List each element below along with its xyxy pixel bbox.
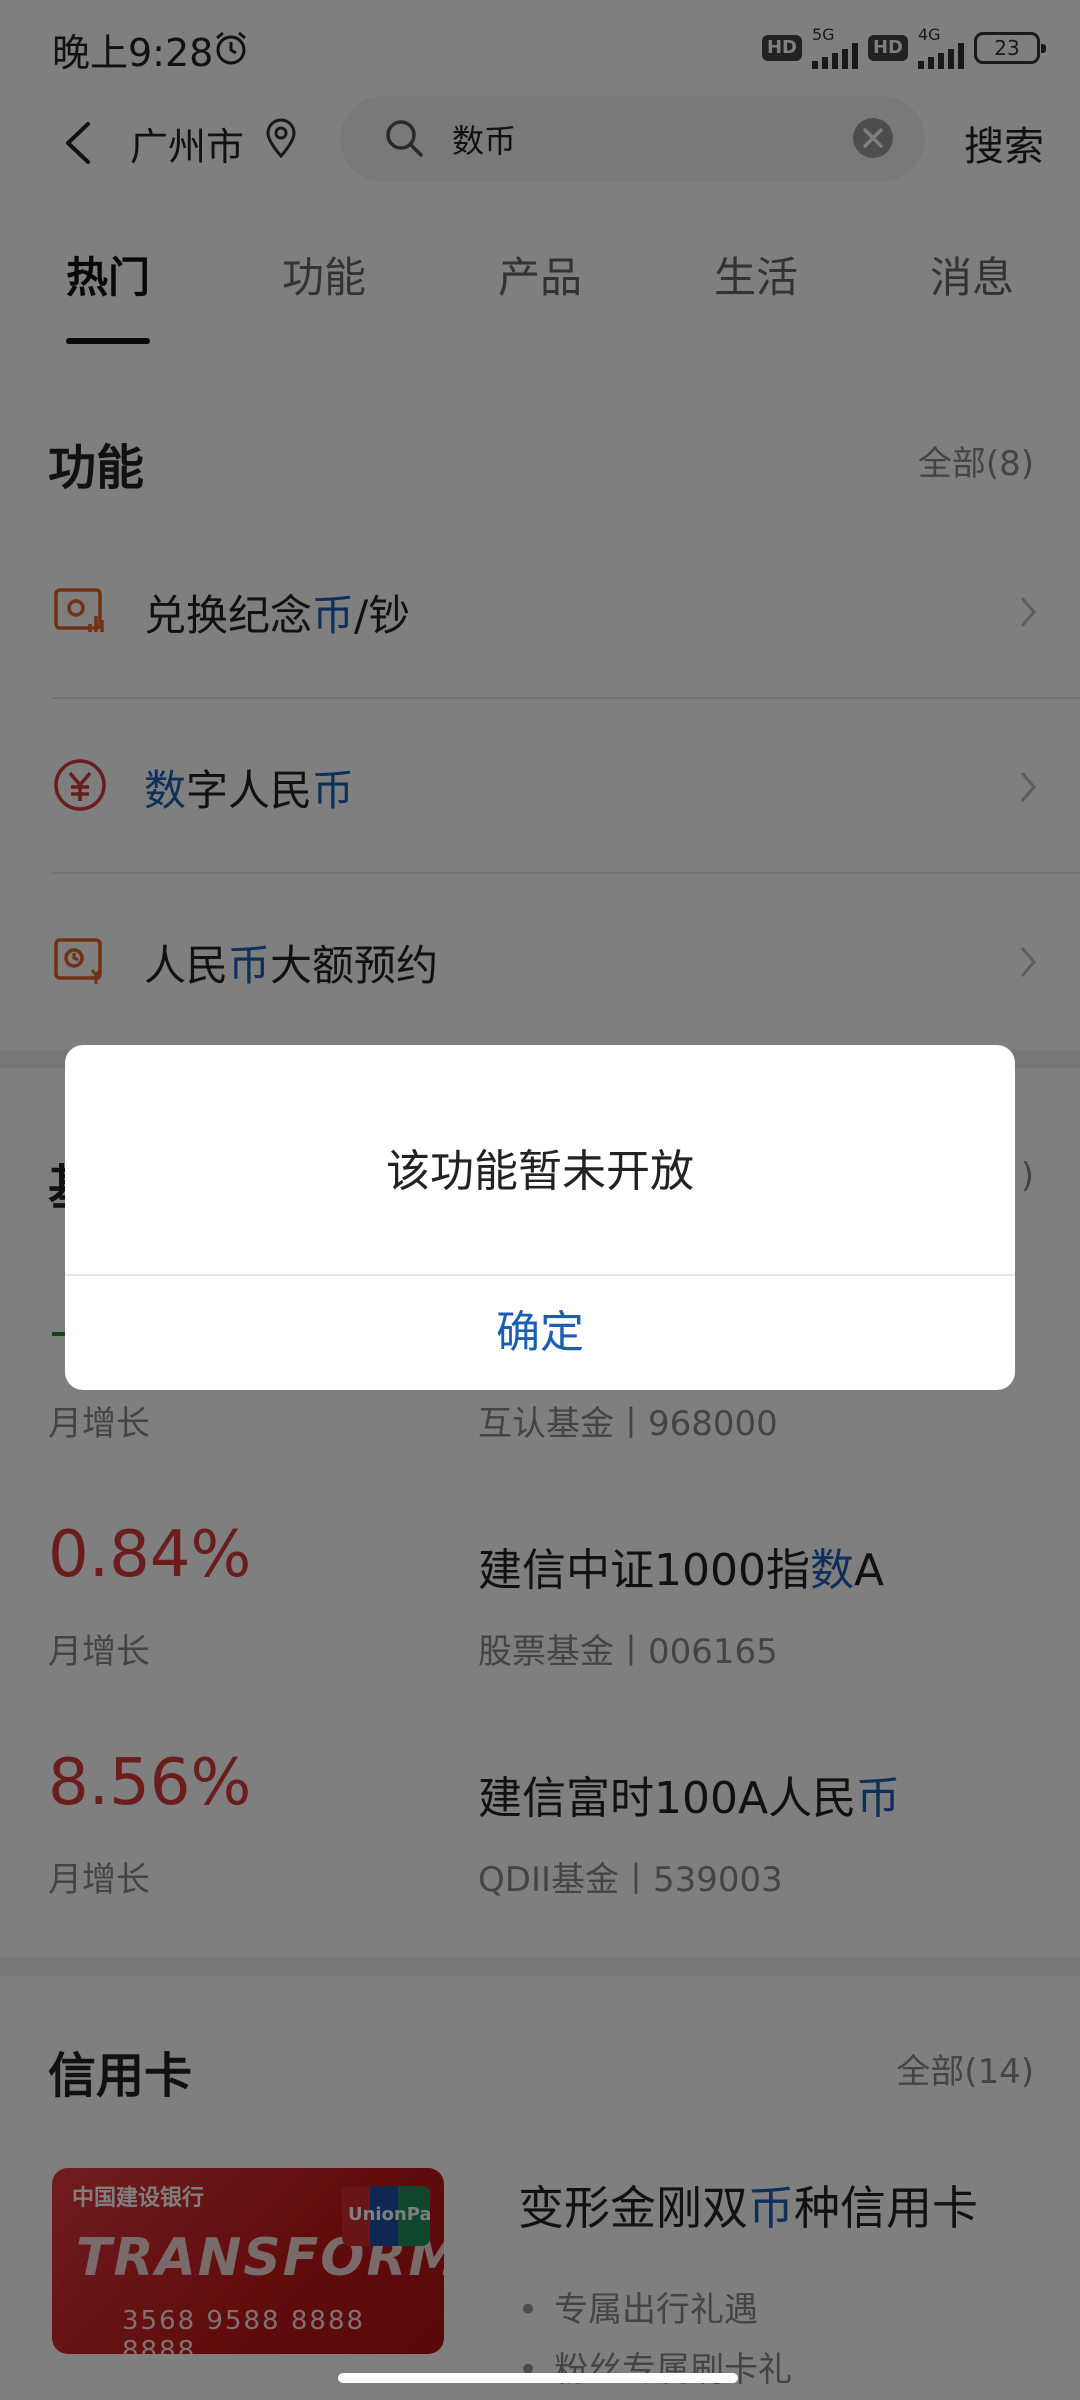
alert-dialog: 该功能暂未开放 确定 [65, 1045, 1015, 1390]
home-indicator[interactable] [338, 2373, 738, 2383]
dialog-message: 该功能暂未开放 [386, 1146, 694, 1197]
confirm-button[interactable]: 确定 [65, 1276, 1015, 1390]
